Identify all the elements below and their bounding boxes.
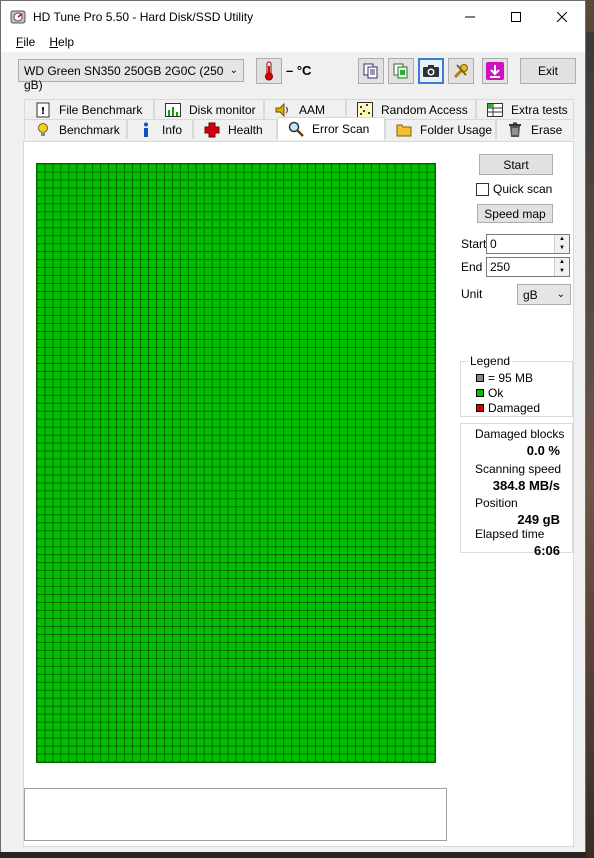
- copy-icon: [363, 63, 378, 79]
- damaged-blocks-label: Damaged blocks: [475, 427, 565, 441]
- close-button[interactable]: [539, 1, 585, 32]
- trash-can-icon: [507, 122, 523, 138]
- save-button[interactable]: [482, 58, 508, 84]
- temperature-readout: – °C: [286, 63, 312, 78]
- scanning-speed-value: 384.8 MB/s: [492, 478, 560, 493]
- speaker-icon: [275, 102, 291, 118]
- exit-button[interactable]: Exit: [520, 58, 576, 84]
- options-button[interactable]: [448, 58, 474, 84]
- tab-erase[interactable]: Erase: [496, 119, 574, 139]
- scan-stats-box: Damaged blocks 0.0 % Scanning speed 384.…: [460, 423, 573, 558]
- tab-folder-usage[interactable]: Folder Usage: [385, 119, 496, 139]
- lightbulb-icon: [35, 122, 51, 138]
- file-benchmark-icon: !: [35, 102, 51, 118]
- elapsed-time-value: 6:06: [533, 543, 560, 558]
- unit-select[interactable]: gB ⌄: [517, 284, 571, 305]
- end-label: End: [461, 260, 483, 274]
- spin-down-icon: ▼: [555, 267, 569, 276]
- elapsed-time-label: Elapsed time: [475, 527, 545, 541]
- minimize-button[interactable]: [447, 1, 493, 32]
- unit-label: Unit: [461, 287, 483, 301]
- spinner-arrows[interactable]: ▲ ▼: [554, 258, 569, 276]
- menu-file[interactable]: File: [9, 35, 42, 49]
- menu-help[interactable]: Help: [42, 35, 81, 49]
- copy-image-icon: [393, 63, 408, 79]
- quick-scan-checkbox[interactable]: Quick scan: [476, 182, 552, 196]
- green-swatch: [476, 389, 484, 397]
- tab-random-access[interactable]: Random Access: [346, 99, 476, 119]
- scanning-speed-label: Scanning speed: [475, 462, 562, 476]
- spin-up-icon: ▲: [555, 258, 569, 267]
- close-icon: [557, 11, 567, 22]
- info-icon: [138, 122, 154, 138]
- grey-swatch: [476, 374, 484, 382]
- copy-screenshot-button[interactable]: [388, 58, 414, 84]
- speed-map-button[interactable]: Speed map: [477, 204, 553, 223]
- tab-error-scan[interactable]: Error Scan: [277, 117, 385, 140]
- block-map: [36, 163, 436, 763]
- tab-disk-monitor[interactable]: Disk monitor: [154, 99, 264, 119]
- tools-icon: [453, 64, 468, 79]
- chevron-down-icon: ⌄: [229, 65, 238, 76]
- end-position-input[interactable]: 250 ▲ ▼: [486, 257, 570, 277]
- folder-icon: [396, 122, 412, 138]
- title-bar: HD Tune Pro 5.50 - Hard Disk/SSD Utility: [1, 1, 585, 32]
- error-scan-panel: Start Quick scan Speed map Start 0 ▲ ▼ En…: [23, 141, 574, 847]
- spinner-arrows[interactable]: ▲ ▼: [554, 235, 569, 253]
- spin-down-icon: ▼: [555, 244, 569, 253]
- download-arrow-icon: [486, 62, 504, 80]
- drive-select-value: WD Green SN350 250GB 2G0C (250 gB): [24, 64, 224, 92]
- position-label: Position: [475, 496, 518, 510]
- magnifier-icon: [288, 121, 304, 137]
- start-scan-button[interactable]: Start: [479, 154, 553, 175]
- window-title: HD Tune Pro 5.50 - Hard Disk/SSD Utility: [33, 9, 254, 24]
- screenshot-button[interactable]: [418, 58, 444, 84]
- tab-benchmark[interactable]: Benchmark: [24, 119, 127, 139]
- legend-ok: Ok: [476, 386, 503, 400]
- checkbox-box[interactable]: [476, 182, 489, 196]
- legend-damaged: Damaged: [476, 401, 540, 415]
- temperature-button[interactable]: [256, 58, 282, 84]
- hd-tune-app-icon: [10, 9, 26, 25]
- red-cross-icon: [204, 122, 220, 138]
- copy-text-button[interactable]: [358, 58, 384, 84]
- legend-box: Legend = 95 MB Ok Damaged: [460, 354, 573, 417]
- client-area: WD Green SN350 250GB 2G0C (250 gB) ⌄ – °…: [1, 52, 585, 852]
- maximize-icon: [511, 11, 521, 22]
- tab-extra-tests[interactable]: Extra tests: [476, 99, 574, 119]
- tab-info[interactable]: Info: [127, 119, 193, 139]
- svg-text:!: !: [41, 106, 46, 117]
- grid-table-icon: [487, 102, 503, 118]
- damaged-blocks-value: 0.0 %: [526, 443, 560, 458]
- chevron-down-icon: ⌄: [556, 289, 565, 300]
- position-value: 249 gB: [517, 512, 560, 527]
- thermometer-icon: [265, 61, 273, 81]
- app-window: HD Tune Pro 5.50 - Hard Disk/SSD Utility…: [0, 0, 586, 852]
- drive-select[interactable]: WD Green SN350 250GB 2G0C (250 gB) ⌄: [18, 59, 244, 92]
- menu-bar: File Help: [1, 32, 585, 52]
- log-output-box[interactable]: [24, 788, 447, 841]
- camera-icon: [423, 65, 439, 77]
- minimize-icon: [465, 16, 475, 17]
- tab-aam[interactable]: AAM: [264, 99, 346, 119]
- spin-up-icon: ▲: [555, 235, 569, 244]
- tab-bar: ! File Benchmark Disk monitor AAM Random…: [24, 99, 574, 141]
- desktop-background: [586, 32, 594, 858]
- block-map-grid: [37, 164, 435, 762]
- tab-health[interactable]: Health: [193, 119, 277, 139]
- start-label: Start: [461, 237, 487, 251]
- start-position-input[interactable]: 0 ▲ ▼: [486, 234, 570, 254]
- bar-graph-icon: [165, 102, 181, 118]
- tab-file-benchmark[interactable]: ! File Benchmark: [24, 99, 154, 119]
- legend-block-size: = 95 MB: [476, 371, 533, 385]
- random-dots-icon: [357, 101, 373, 118]
- red-swatch: [476, 404, 484, 412]
- maximize-button[interactable]: [493, 1, 539, 32]
- toolbar: WD Green SN350 250GB 2G0C (250 gB) ⌄ – °…: [1, 52, 585, 92]
- legend-title: Legend: [468, 354, 513, 368]
